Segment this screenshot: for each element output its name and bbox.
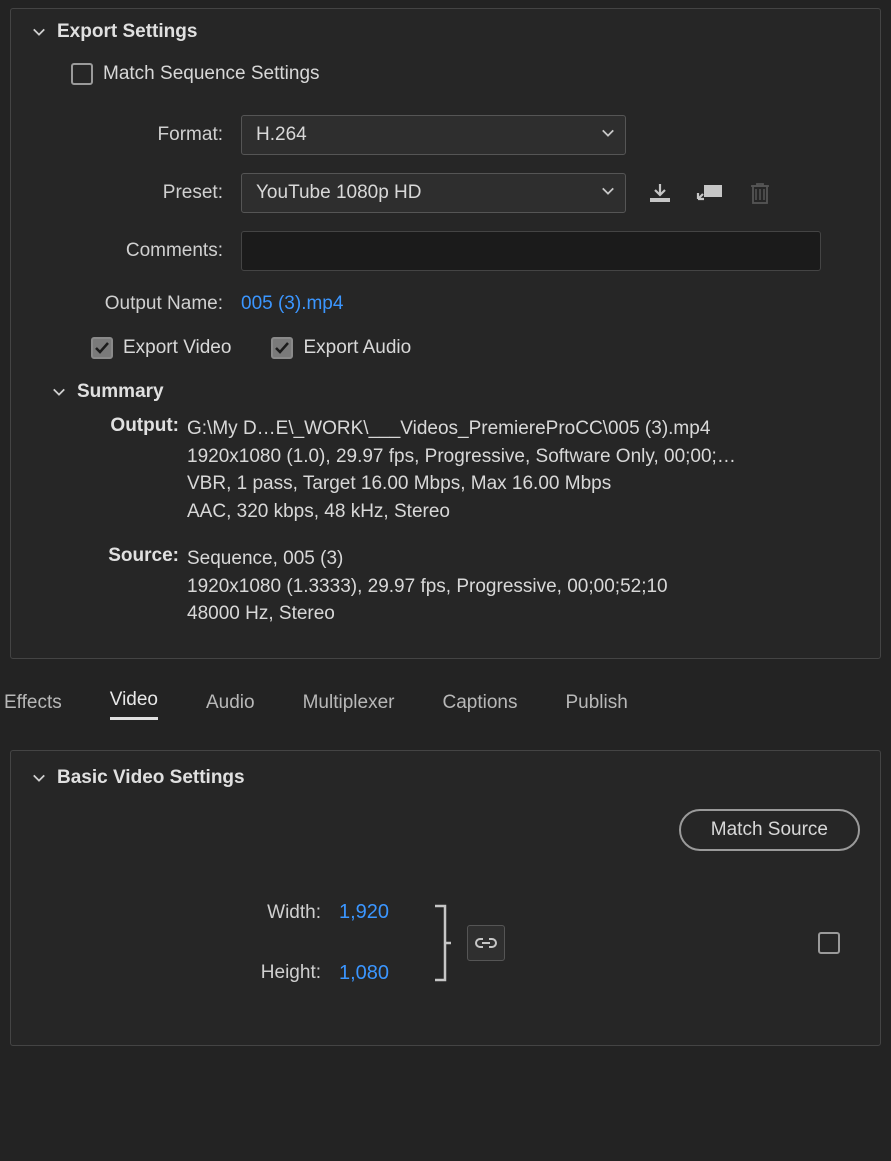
match-sequence-row: Match Sequence Settings bbox=[71, 63, 860, 85]
export-audio-checkbox[interactable] bbox=[271, 337, 293, 359]
format-row: Format: H.264 bbox=[31, 115, 860, 155]
height-label: Height: bbox=[261, 962, 321, 984]
export-video-label: Export Video bbox=[123, 337, 231, 359]
preset-label: Preset: bbox=[31, 182, 241, 204]
aspect-link-group bbox=[431, 902, 505, 984]
output-name-link[interactable]: 005 (3).mp4 bbox=[241, 293, 343, 315]
basic-video-panel: Basic Video Settings Match Source Width:… bbox=[10, 750, 881, 1046]
summary-source-label: Source: bbox=[79, 545, 179, 628]
chevron-down-icon bbox=[51, 384, 67, 400]
dimensions-area: Width: Height: 1,920 1,080 bbox=[31, 901, 860, 985]
format-value: H.264 bbox=[256, 124, 307, 146]
summary-header[interactable]: Summary bbox=[51, 381, 860, 403]
format-label: Format: bbox=[31, 124, 241, 146]
summary-source-text: Sequence, 005 (3) 1920x1080 (1.3333), 29… bbox=[187, 545, 860, 628]
height-value[interactable]: 1,080 bbox=[339, 962, 389, 985]
basic-video-header[interactable]: Basic Video Settings bbox=[31, 767, 860, 789]
tab-effects[interactable]: Effects bbox=[4, 692, 62, 720]
preset-row: Preset: YouTube 1080p HD bbox=[31, 173, 860, 213]
import-preset-icon[interactable] bbox=[694, 177, 726, 209]
comments-input[interactable] bbox=[241, 231, 821, 271]
summary-output-label: Output: bbox=[79, 415, 179, 525]
delete-preset-icon bbox=[744, 177, 776, 209]
output-name-label: Output Name: bbox=[31, 293, 241, 315]
preset-dropdown[interactable]: YouTube 1080p HD bbox=[241, 173, 626, 213]
match-sequence-label: Match Sequence Settings bbox=[103, 63, 320, 85]
export-settings-header[interactable]: Export Settings bbox=[31, 21, 860, 43]
tab-video[interactable]: Video bbox=[110, 689, 158, 720]
export-audio-label: Export Audio bbox=[303, 337, 411, 359]
comments-row: Comments: bbox=[31, 231, 860, 271]
chevron-down-icon bbox=[601, 182, 615, 204]
save-preset-icon[interactable] bbox=[644, 177, 676, 209]
link-dimensions-toggle[interactable] bbox=[467, 925, 505, 961]
dimensions-match-checkbox[interactable] bbox=[818, 932, 840, 954]
chevron-down-icon bbox=[601, 124, 615, 146]
export-settings-panel: Export Settings Match Sequence Settings … bbox=[10, 8, 881, 659]
export-video-checkbox[interactable] bbox=[91, 337, 113, 359]
tab-audio[interactable]: Audio bbox=[206, 692, 255, 720]
summary-title: Summary bbox=[77, 381, 164, 403]
tab-publish[interactable]: Publish bbox=[565, 692, 627, 720]
match-source-button[interactable]: Match Source bbox=[679, 809, 860, 851]
chevron-down-icon bbox=[31, 770, 47, 786]
width-label: Width: bbox=[267, 902, 321, 924]
summary-section: Summary Output: G:\My D…E\_WORK\___Video… bbox=[31, 381, 860, 628]
chevron-down-icon bbox=[31, 24, 47, 40]
settings-tabs: Effects Video Audio Multiplexer Captions… bbox=[10, 659, 881, 732]
export-settings-title: Export Settings bbox=[57, 21, 197, 43]
format-dropdown[interactable]: H.264 bbox=[241, 115, 626, 155]
output-name-row: Output Name: 005 (3).mp4 bbox=[31, 293, 860, 315]
bracket-icon bbox=[431, 902, 453, 984]
tab-multiplexer[interactable]: Multiplexer bbox=[303, 692, 395, 720]
export-toggles-row: Export Video Export Audio bbox=[91, 337, 860, 359]
tab-captions[interactable]: Captions bbox=[442, 692, 517, 720]
width-value[interactable]: 1,920 bbox=[339, 901, 389, 924]
basic-video-title: Basic Video Settings bbox=[57, 767, 245, 789]
comments-label: Comments: bbox=[31, 240, 241, 262]
summary-output-text: G:\My D…E\_WORK\___Videos_PremiereProCC\… bbox=[187, 415, 860, 525]
match-sequence-checkbox[interactable] bbox=[71, 63, 93, 85]
preset-value: YouTube 1080p HD bbox=[256, 182, 422, 204]
